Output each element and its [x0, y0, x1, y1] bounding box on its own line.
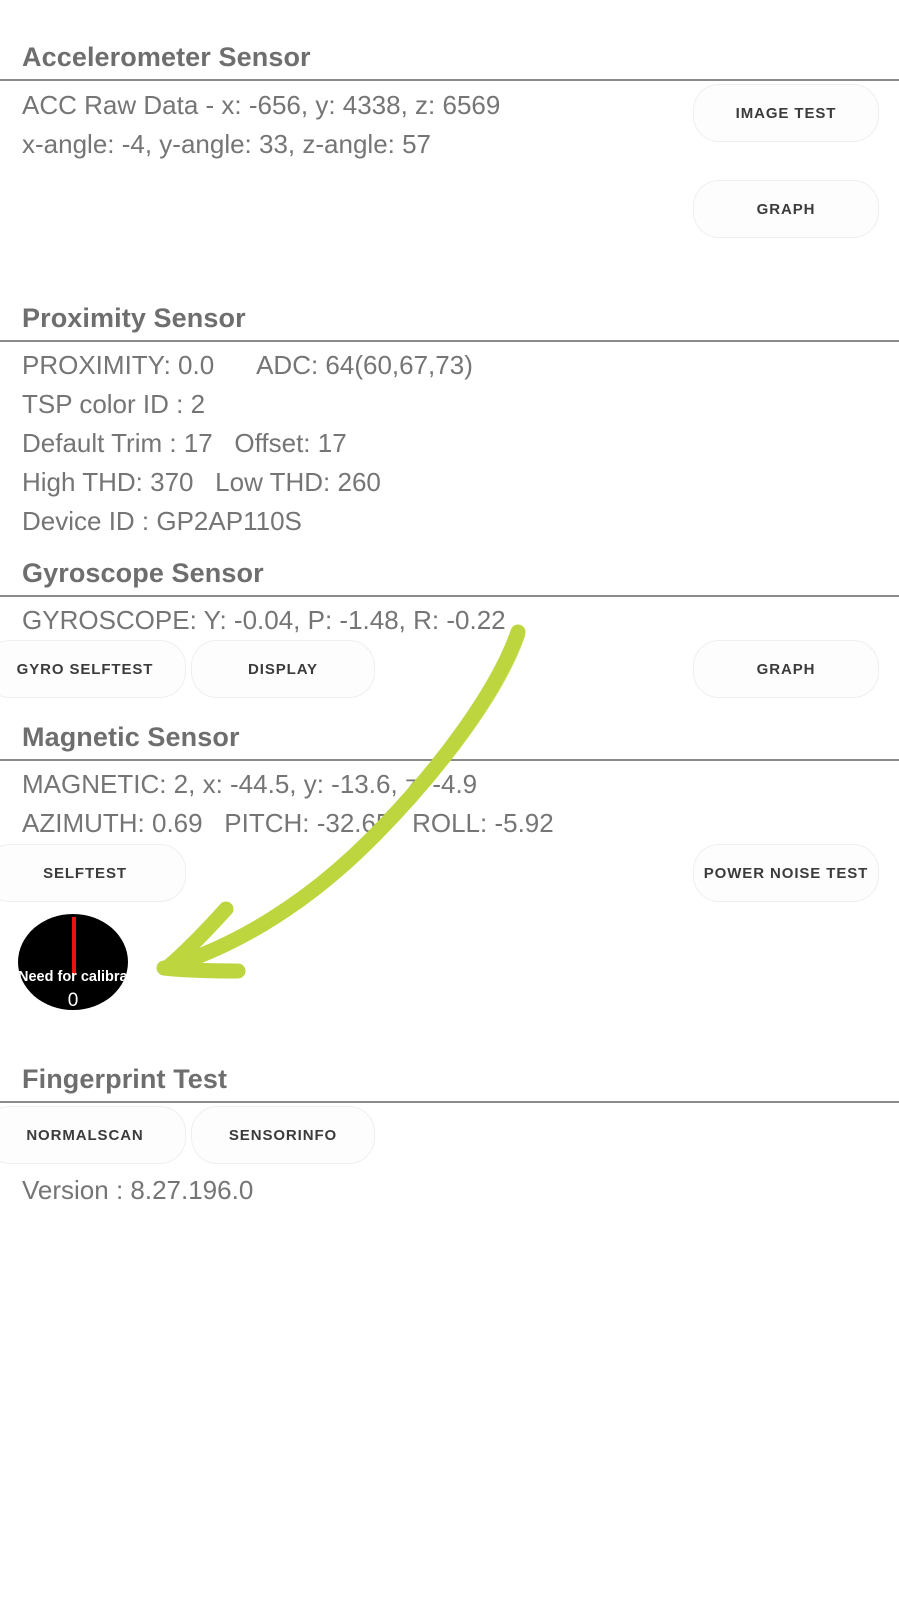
accelerometer-section-title-wrap: Accelerometer Sensor — [0, 42, 311, 73]
fingerprint-version-wrap: Version : 8.27.196.0 — [0, 1171, 253, 1210]
magnetic-data: MAGNETIC: 2, x: -44.5, y: -13.6, z: -4.9… — [0, 765, 554, 843]
fingerprint-sensorinfo-button[interactable]: SENSORINFO — [191, 1106, 375, 1164]
gyroscope-line-1: GYROSCOPE: Y: -0.04, P: -1.48, R: -0.22 — [22, 605, 506, 635]
magnetic-section-title: Magnetic Sensor — [22, 722, 240, 752]
magnetic-compass-widget[interactable]: Need for calibration 0 — [18, 914, 128, 1010]
fingerprint-divider — [0, 1101, 899, 1103]
proximity-section-title-wrap: Proximity Sensor — [0, 303, 246, 334]
magnetic-selftest-button[interactable]: SELFTEST — [0, 844, 186, 902]
magnetic-divider — [0, 759, 899, 761]
fingerprint-section-title: Fingerprint Test — [22, 1064, 228, 1094]
proximity-line-3: Default Trim : 17 Offset: 17 — [22, 428, 347, 458]
compass-calibration-status: Need for calibration — [18, 969, 128, 985]
gyroscope-data: GYROSCOPE: Y: -0.04, P: -1.48, R: -0.22 — [0, 601, 506, 640]
fingerprint-normalscan-button[interactable]: NORMALSCAN — [0, 1106, 186, 1164]
accelerometer-data: ACC Raw Data - x: -656, y: 4338, z: 6569… — [0, 86, 500, 164]
accelerometer-raw-line: ACC Raw Data - x: -656, y: 4338, z: 6569 — [22, 90, 501, 120]
gyroscope-section-title-wrap: Gyroscope Sensor — [0, 558, 264, 589]
gyro-selftest-button[interactable]: GYRO SELFTEST — [0, 640, 186, 698]
gyroscope-graph-button[interactable]: GRAPH — [693, 640, 879, 698]
power-noise-test-button[interactable]: POWER NOISE TEST — [693, 844, 879, 902]
compass-accuracy-value: 0 — [67, 990, 79, 1010]
magnetic-line-1: MAGNETIC: 2, x: -44.5, y: -13.6, z: -4.9 — [22, 769, 478, 799]
fingerprint-version-label: Version : 8.27.196.0 — [22, 1175, 254, 1205]
proximity-line-1: PROXIMITY: 0.0 ADC: 64(60,67,73) — [22, 350, 473, 380]
accelerometer-graph-button[interactable]: GRAPH — [693, 180, 879, 238]
proximity-line-4: High THD: 370 Low THD: 260 — [22, 467, 381, 497]
gyroscope-section-title: Gyroscope Sensor — [22, 558, 264, 588]
compass-needle-icon — [72, 917, 76, 975]
image-test-button[interactable]: IMAGE TEST — [693, 84, 879, 142]
accelerometer-section-title: Accelerometer Sensor — [22, 42, 311, 72]
proximity-divider — [0, 340, 899, 342]
gyro-display-button[interactable]: DISPLAY — [191, 640, 375, 698]
accelerometer-angle-line: x-angle: -4, y-angle: 33, z-angle: 57 — [22, 129, 432, 159]
magnetic-section-title-wrap: Magnetic Sensor — [0, 722, 240, 753]
proximity-data: PROXIMITY: 0.0 ADC: 64(60,67,73) TSP col… — [0, 346, 473, 541]
gyroscope-divider — [0, 595, 899, 597]
proximity-line-5: Device ID : GP2AP110S — [22, 506, 302, 536]
accelerometer-divider — [0, 79, 899, 81]
magnetic-line-2: AZIMUTH: 0.69 PITCH: -32.65 ROLL: -5.92 — [22, 808, 554, 838]
fingerprint-section-title-wrap: Fingerprint Test — [0, 1064, 228, 1095]
proximity-section-title: Proximity Sensor — [22, 303, 246, 333]
proximity-line-2: TSP color ID : 2 — [22, 389, 206, 419]
sensor-test-screen: Accelerometer Sensor ACC Raw Data - x: -… — [0, 0, 899, 1600]
